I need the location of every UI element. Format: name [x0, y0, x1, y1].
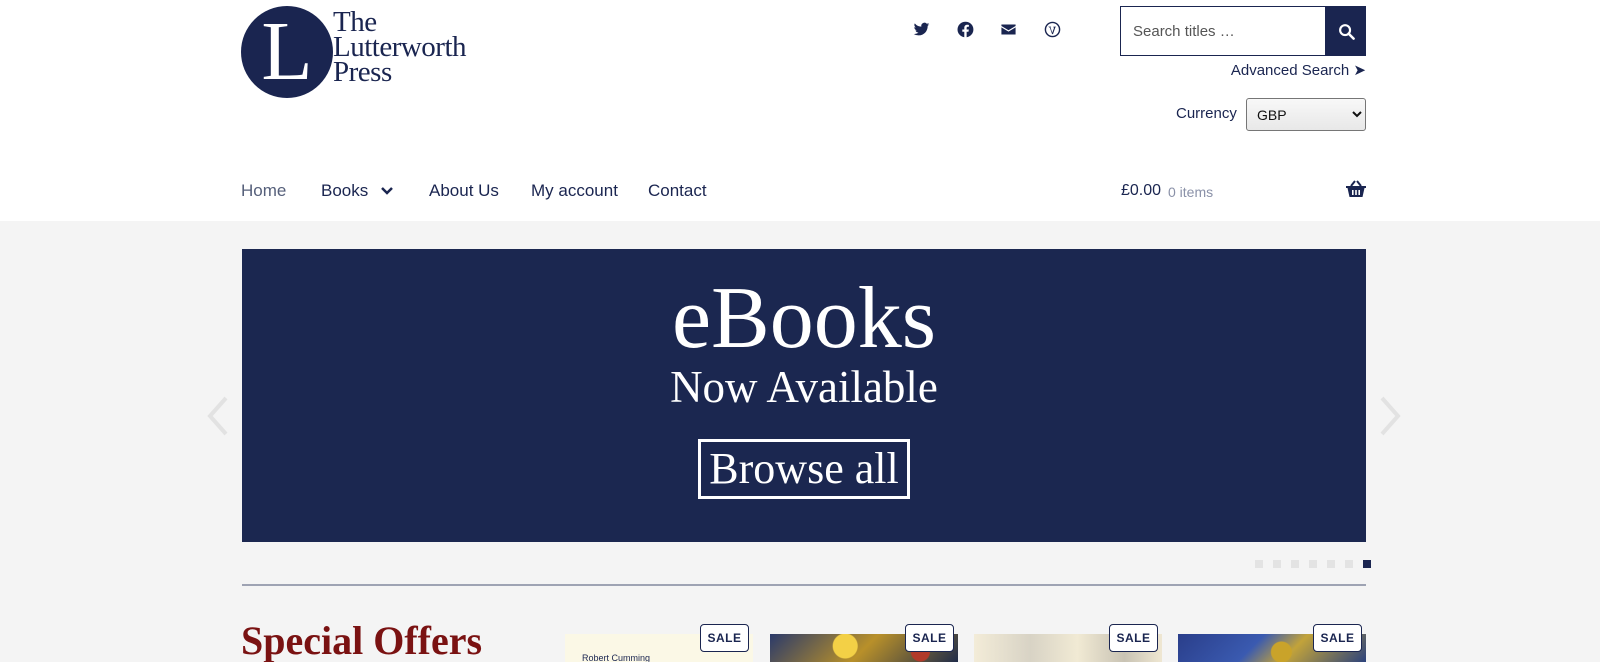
nav-about-us[interactable]: About Us — [429, 181, 499, 201]
site-logo[interactable]: L The Lutterworth Press — [241, 6, 491, 98]
product-card[interactable]: SALE — [974, 620, 1162, 662]
sale-badge: SALE — [1313, 624, 1362, 652]
hero-banner: eBooks Now Available Browse all — [242, 249, 1366, 542]
banner-title: eBooks — [672, 270, 936, 367]
envelope-icon[interactable] — [997, 18, 1019, 40]
sale-badge: SALE — [700, 624, 749, 652]
site-header: L The Lutterworth Press Advanced Search … — [0, 0, 1600, 221]
special-offers-title: Special Offers — [241, 618, 483, 662]
slider-next-arrow[interactable] — [1378, 396, 1402, 436]
slider-dot[interactable] — [1273, 560, 1281, 568]
product-card[interactable]: Robert Cumming SALE — [565, 620, 753, 662]
section-divider — [242, 584, 1366, 586]
banner-subtitle: Now Available — [670, 362, 938, 412]
search-button[interactable] — [1326, 6, 1366, 56]
cart-total[interactable]: £0.00 — [1121, 182, 1161, 200]
nav-books[interactable]: Books — [321, 181, 368, 201]
cart-count[interactable]: 0 items — [1168, 184, 1213, 200]
slider-dot[interactable] — [1255, 560, 1263, 568]
product-card[interactable]: SALE — [770, 620, 958, 662]
slider-prev-arrow[interactable] — [206, 396, 230, 436]
slider-dot[interactable] — [1327, 560, 1335, 568]
sale-badge: SALE — [905, 624, 954, 652]
wordpress-icon[interactable] — [1041, 18, 1063, 40]
slider-dot[interactable] — [1363, 560, 1371, 568]
currency-select[interactable]: GBP — [1246, 98, 1366, 131]
product-card[interactable]: SALE — [1178, 620, 1366, 662]
slider-dot[interactable] — [1291, 560, 1299, 568]
slider-dot[interactable] — [1309, 560, 1317, 568]
currency-label: Currency — [1176, 105, 1237, 122]
book-author: Robert Cumming — [582, 653, 651, 662]
search-input[interactable] — [1120, 6, 1326, 56]
advanced-search-link[interactable]: Advanced Search ➤ — [1231, 61, 1366, 79]
nav-home[interactable]: Home — [241, 181, 286, 201]
search-icon — [1338, 23, 1355, 40]
chevron-down-icon[interactable] — [381, 186, 393, 196]
logo-line-3: Press — [333, 56, 392, 88]
browse-all-button[interactable]: Browse all — [698, 439, 910, 499]
logo-initial: L — [261, 5, 313, 98]
slider-dot[interactable] — [1345, 560, 1353, 568]
facebook-icon[interactable] — [954, 18, 976, 40]
nav-contact[interactable]: Contact — [648, 181, 707, 201]
twitter-icon[interactable] — [910, 18, 932, 40]
basket-icon[interactable] — [1346, 180, 1366, 198]
slider-dots — [1255, 560, 1371, 568]
logo-text: The Lutterworth Press — [333, 8, 493, 88]
nav-my-account[interactable]: My account — [531, 181, 618, 201]
sale-badge: SALE — [1109, 624, 1158, 652]
